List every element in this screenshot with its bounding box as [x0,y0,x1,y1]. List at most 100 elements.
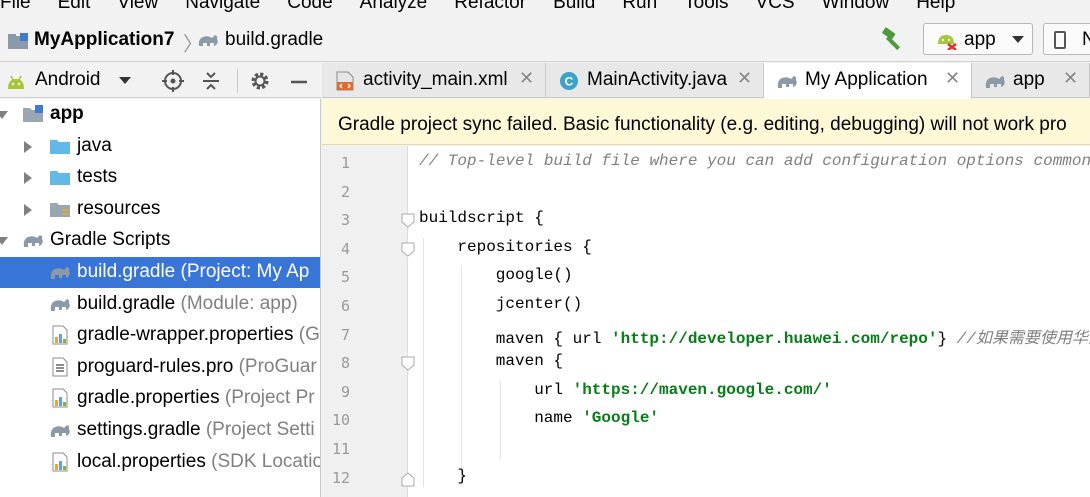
code-line: url 'https://maven.google.com/' [534,381,832,399]
breadcrumb-file[interactable]: build.gradle [225,29,323,51]
tree-item-gradle-wrapper-properties[interactable]: gradle-wrapper.properties (G [0,320,320,351]
tree-item-build-gradle[interactable]: build.gradle (Project: My Ap [0,257,320,288]
indent-guide [461,266,463,488]
svg-text:C: C [565,75,574,89]
tree-item-app[interactable]: app [0,99,320,130]
gradle-icon [50,267,70,279]
tree-item-gradle-properties[interactable]: gradle.properties (Project Pr [0,383,320,414]
menu-vcs[interactable]: VCS [756,0,795,14]
device-label: N [1082,29,1090,50]
tree-item-name: build.gradle [77,292,176,314]
menu-navigate[interactable]: Navigate [185,0,260,14]
menu-build[interactable]: Build [553,0,595,14]
device-dropdown[interactable]: N [1043,23,1090,55]
tree-item-settings-gradle[interactable]: settings.gradle (Project Setti [0,415,320,446]
menu-edit[interactable]: Edit [58,0,91,14]
line-number: 11 [331,440,350,458]
close-icon[interactable]: ✕ [945,68,960,89]
code-token: } [457,466,467,485]
menu-code[interactable]: Code [287,0,332,14]
expand-arrow-right-icon[interactable] [24,172,32,185]
menu-file[interactable]: File [0,0,31,14]
java-class-icon: C [560,72,578,90]
code-comment: // Top-level build file where you can ad… [419,152,1090,170]
tab-my-application[interactable]: My Application ✕ [764,63,972,99]
run-configuration-label: app [964,29,996,50]
tree-item-resources[interactable]: resources [0,194,320,225]
tree-item-proguard-rules-pro[interactable]: proguard-rules.pro (ProGuar [0,352,320,383]
tree-item-label: java [77,135,112,157]
fold-open-icon[interactable] [400,242,416,258]
menu-run[interactable]: Run [622,0,657,14]
tree-item-java[interactable]: java [0,131,320,162]
locate-target-icon[interactable] [162,70,184,92]
fold-open-icon[interactable] [400,213,416,229]
tree-item-name: gradle-wrapper.properties [77,324,294,346]
string-literal: 'https://maven.google.com/' [572,380,832,399]
expand-arrow-right-icon[interactable] [24,140,32,153]
project-tree: app java tests resources Gradle Scripts build… [0,99,321,497]
make-project-hammer-icon[interactable] [880,27,906,51]
tab-label: app [1013,69,1045,90]
run-configuration-dropdown[interactable]: app [923,23,1033,55]
menu-view[interactable]: View [117,0,158,14]
menu-refactor[interactable]: Refactor [454,0,526,14]
tree-item-build-gradle[interactable]: build.gradle (Module: app) [0,289,320,320]
phone-icon [1054,31,1066,49]
tree-item-local-properties[interactable]: local.properties (SDK Locatio [0,447,321,478]
menu-window[interactable]: Window [822,0,890,14]
tab-mainactivity-java[interactable]: C MainActivity.java ✕ [546,63,764,98]
tree-item-hint: (Project Setti [200,419,315,440]
expand-arrow-right-icon[interactable] [24,203,32,216]
android-icon [8,75,24,89]
menu-help[interactable]: Help [916,0,955,14]
tree-item-label: gradle.properties (Project Pr [77,387,315,409]
code-token: google() [495,266,573,285]
tree-item-name: proguard-rules.pro [77,355,234,377]
menu-analyze[interactable]: Analyze [360,0,428,14]
fold-open-icon[interactable] [400,356,416,372]
gear-icon[interactable] [249,70,271,92]
line-number: 3 [340,211,350,230]
tree-item-hint: (Module: app) [175,292,298,314]
hide-panel-icon[interactable] [288,70,310,92]
collapse-all-icon[interactable] [200,70,222,92]
sync-failed-banner: Gradle project sync failed. Basic functi… [322,99,1090,145]
close-icon[interactable]: ✕ [737,68,752,89]
tree-item-hint: (SDK Locatio [205,450,321,472]
code-token: maven { url [495,329,612,348]
menu-tools[interactable]: Tools [684,0,728,14]
folder-icon [50,139,70,154]
string-literal: 'Google' [582,409,660,428]
code-editor[interactable]: 1 2 3 4 5 6 7 8 9 10 11 12// Top-level build file w… [322,146,1090,497]
tab-app[interactable]: app ✕ [972,63,1090,98]
code-line: maven { [496,352,563,370]
code-line: } [457,467,467,485]
breadcrumb-project[interactable]: MyApplication7 [34,29,174,51]
code-comment: //如果需要使用华为推 [956,329,1090,348]
properties-file-icon [52,452,68,472]
code-line: maven { url 'http://developer.huawei.com… [496,324,1090,348]
fold-close-icon[interactable] [400,471,416,487]
tree-item-gradle-scripts[interactable]: Gradle Scripts [0,225,320,256]
expand-arrow-down-icon[interactable] [0,237,8,246]
tab-activity-main-xml[interactable]: activity_main.xml ✕ [322,63,546,98]
line-number: 9 [340,382,350,401]
code-token: jcenter() [495,295,583,313]
line-number: 1 [340,154,350,172]
close-icon[interactable]: ✕ [519,68,534,89]
menu-bar: File Edit View Navigate Code Analyze Refactor B… [0,0,1090,14]
tree-item-label: build.gradle (Module: app) [77,293,298,315]
code-line: name 'Google' [534,409,659,427]
navigation-bar: MyApplication7 〉 build.gradle app N [0,16,1090,62]
code-line: // Top-level build file where you can ad… [419,152,1090,170]
project-view-selector[interactable]: Android [35,69,101,91]
close-icon[interactable]: ✕ [1063,68,1078,89]
expand-arrow-down-icon[interactable] [0,111,8,119]
tree-item-name: resources [77,197,161,219]
folder-icon [50,171,70,186]
chevron-down-icon[interactable] [119,77,131,84]
chevron-down-icon [1012,36,1024,43]
tree-item-tests[interactable]: tests [0,162,320,193]
tab-label: MainActivity.java [587,69,728,90]
